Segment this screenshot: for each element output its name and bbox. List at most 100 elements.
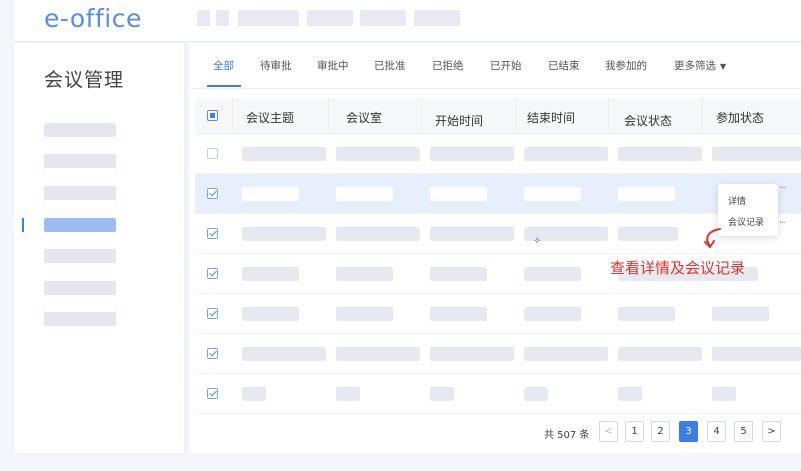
sidebar-item[interactable] xyxy=(44,312,116,326)
cell-placeholder xyxy=(336,387,360,401)
more-filters-label: 更多筛选 xyxy=(674,60,716,72)
cell-placeholder xyxy=(242,387,266,401)
cell-placeholder xyxy=(524,147,608,161)
column-separator xyxy=(328,98,329,134)
cell-placeholder xyxy=(430,307,487,321)
tab-more-filters[interactable]: 更多筛选 ▼ xyxy=(674,58,726,73)
column-header-attend-status[interactable]: 参加状态 xyxy=(716,109,764,126)
cell-placeholder xyxy=(336,267,393,281)
annotation-arrow-icon xyxy=(704,228,721,248)
select-all-checkbox[interactable] xyxy=(207,110,218,121)
tab-ended[interactable]: 已结束 xyxy=(548,58,580,73)
top-nav-placeholder[interactable] xyxy=(307,10,353,26)
tab-started[interactable]: 已开始 xyxy=(490,58,522,73)
prev-page-button[interactable]: < xyxy=(599,421,618,442)
cell-placeholder xyxy=(242,147,326,161)
page-button-1[interactable]: 1 xyxy=(625,421,644,442)
tab-rejected[interactable]: 已拒绝 xyxy=(432,58,464,73)
top-nav-placeholder[interactable] xyxy=(360,10,406,26)
cell-placeholder xyxy=(712,387,736,401)
sidebar-item-active[interactable] xyxy=(44,218,116,232)
table-row-hovered[interactable] xyxy=(195,174,801,214)
page-button-4[interactable]: 4 xyxy=(707,421,726,442)
tab-pending[interactable]: 待审批 xyxy=(260,58,292,73)
sidebar-item[interactable] xyxy=(44,186,116,200)
app-frame: e-office 会议管理 全部 待审批 审批中 已批准 已拒绝 已开始 已结束… xyxy=(0,0,801,471)
menu-item-details[interactable]: 详情 xyxy=(728,194,746,207)
cell-placeholder xyxy=(430,347,514,361)
column-header-room[interactable]: 会议室 xyxy=(346,109,382,126)
tab-approved[interactable]: 已批准 xyxy=(374,58,406,73)
top-nav-placeholder[interactable] xyxy=(238,10,299,26)
cell-placeholder xyxy=(242,307,299,321)
cell-placeholder xyxy=(712,307,769,321)
cell-placeholder xyxy=(242,267,299,281)
app-logo: e-office xyxy=(44,4,142,33)
page-button-2[interactable]: 2 xyxy=(651,421,670,442)
table-row[interactable] xyxy=(195,294,801,334)
sidebar-item[interactable] xyxy=(44,154,116,168)
cell-placeholder xyxy=(712,147,801,161)
cell-placeholder xyxy=(430,187,487,201)
top-nav-placeholder[interactable] xyxy=(414,10,460,26)
column-header-end-time[interactable]: 结束时间 xyxy=(527,109,575,126)
mouse-cursor-icon: ✧ xyxy=(533,236,542,247)
sidebar-title: 会议管理 xyxy=(44,69,125,91)
tab-participating[interactable]: 我参加的 xyxy=(605,58,647,73)
cell-placeholder xyxy=(524,267,581,281)
column-header-meeting-status[interactable]: 会议状态 xyxy=(624,112,672,129)
pagination-total: 共 507 条 xyxy=(544,430,590,441)
sidebar-item[interactable] xyxy=(44,123,116,137)
cell-placeholder xyxy=(336,147,420,161)
row-checkbox[interactable] xyxy=(207,308,218,319)
column-separator xyxy=(232,98,233,134)
cell-placeholder xyxy=(430,267,487,281)
page-button-3[interactable]: 3 xyxy=(679,421,698,442)
row-checkbox[interactable] xyxy=(207,188,218,199)
column-separator xyxy=(515,98,516,134)
table-row[interactable] xyxy=(195,374,801,414)
top-nav-placeholder[interactable] xyxy=(216,10,229,26)
row-checkbox[interactable] xyxy=(207,148,218,159)
cell-placeholder xyxy=(430,227,514,241)
cell-placeholder xyxy=(618,387,642,401)
sidebar-item[interactable] xyxy=(44,281,116,295)
row-checkbox[interactable] xyxy=(207,228,218,239)
cell-placeholder xyxy=(618,227,678,241)
table-header: 会议主题 会议室 开始时间 结束时间 会议状态 参加状态 xyxy=(195,98,801,134)
status-tabs: 全部 待审批 审批中 已批准 已拒绝 已开始 已结束 我参加的 更多筛选 ▼ xyxy=(190,43,801,89)
more-actions-icon[interactable]: ··· xyxy=(779,218,786,229)
tab-reviewing[interactable]: 审批中 xyxy=(317,58,349,73)
cell-placeholder xyxy=(430,387,454,401)
column-header-topic[interactable]: 会议主题 xyxy=(246,109,294,126)
sidebar-active-marker xyxy=(22,218,24,232)
column-header-start-time[interactable]: 开始时间 xyxy=(435,112,483,129)
top-nav-placeholder[interactable] xyxy=(197,10,210,26)
cell-placeholder xyxy=(618,347,702,361)
cell-placeholder xyxy=(336,307,393,321)
cell-placeholder xyxy=(430,147,514,161)
page-button-5[interactable]: 5 xyxy=(734,421,753,442)
more-actions-icon[interactable]: ··· xyxy=(779,183,786,194)
row-checkbox[interactable] xyxy=(207,348,218,359)
top-bar: e-office xyxy=(14,0,801,42)
row-checkbox[interactable] xyxy=(207,268,218,279)
sidebar: 会议管理 xyxy=(14,43,184,453)
column-separator xyxy=(421,98,422,134)
annotation-label: 查看详情及会议记录 xyxy=(610,259,746,277)
column-separator xyxy=(608,98,609,134)
tab-all[interactable]: 全部 xyxy=(213,58,234,73)
column-separator xyxy=(702,98,703,134)
table-row[interactable] xyxy=(195,334,801,374)
table-row[interactable] xyxy=(195,134,801,174)
cell-placeholder xyxy=(524,187,581,201)
cell-placeholder xyxy=(242,187,299,201)
cell-placeholder xyxy=(524,307,581,321)
cell-placeholder xyxy=(336,227,420,241)
menu-item-meeting-record[interactable]: 会议记录 xyxy=(728,215,764,228)
next-page-button[interactable]: > xyxy=(762,421,781,442)
row-checkbox[interactable] xyxy=(207,388,218,399)
cell-placeholder xyxy=(242,227,326,241)
sidebar-item[interactable] xyxy=(44,249,116,263)
active-tab-underline xyxy=(207,85,241,87)
